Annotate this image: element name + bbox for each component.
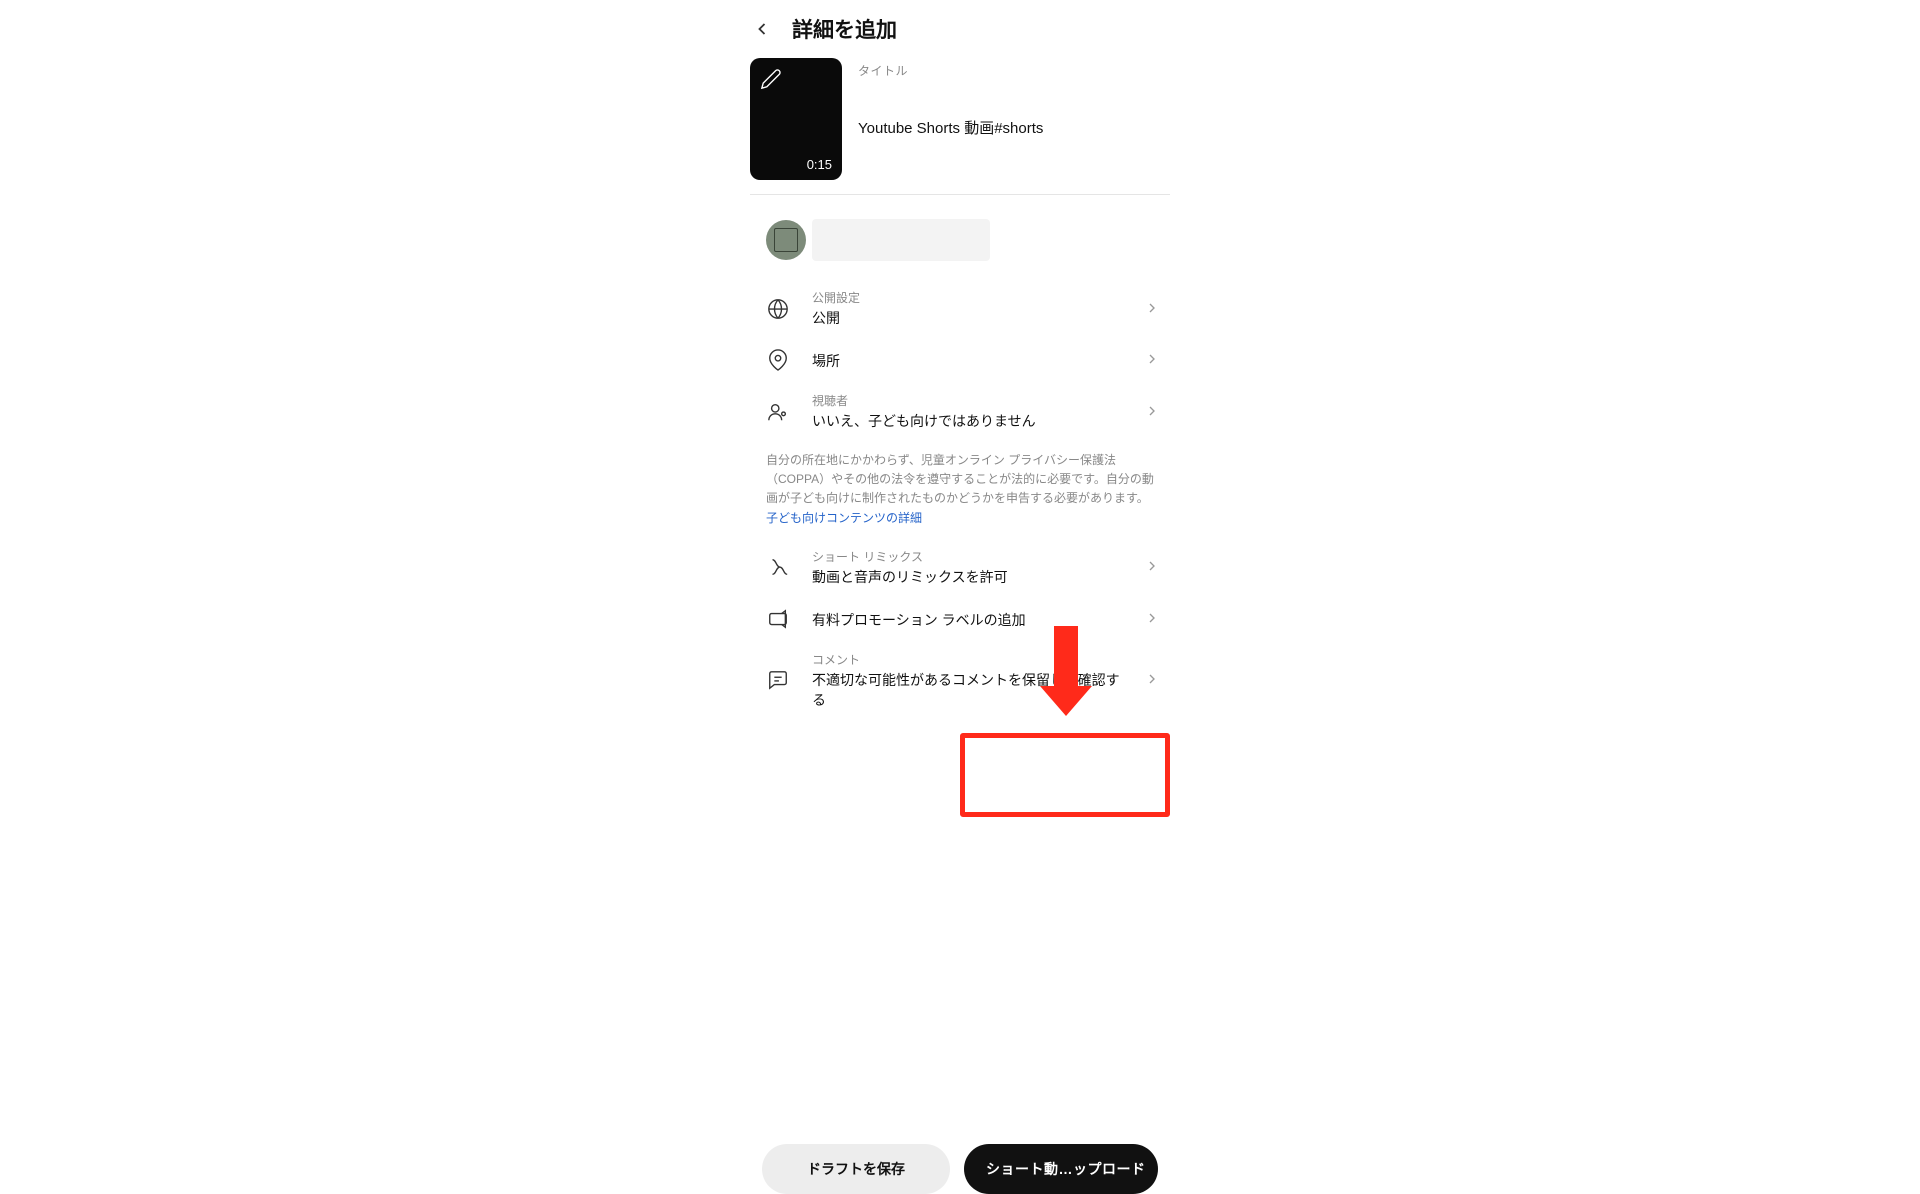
comments-label: コメント bbox=[812, 651, 1122, 668]
coppa-notice-text: 自分の所在地にかかわらず、児童オンライン プライバシー保護法（COPPA）やその… bbox=[766, 453, 1154, 505]
chevron-right-icon bbox=[1144, 403, 1162, 421]
location-row[interactable]: 場所 bbox=[750, 338, 1170, 382]
remix-icon bbox=[766, 555, 790, 579]
comment-icon bbox=[766, 668, 790, 692]
chevron-right-icon bbox=[1144, 671, 1162, 689]
paid-promo-row[interactable]: 有料プロモーション ラベルの追加 bbox=[750, 597, 1170, 641]
chevron-right-icon bbox=[1144, 300, 1162, 318]
chevron-right-icon bbox=[1144, 351, 1162, 369]
video-summary-row: 0:15 タイトル Youtube Shorts 動画#shorts bbox=[750, 58, 1170, 195]
visibility-row[interactable]: 公開設定 公開 bbox=[750, 279, 1170, 338]
visibility-label: 公開設定 bbox=[812, 289, 1122, 306]
paid-promo-value: 有料プロモーション ラベルの追加 bbox=[812, 610, 1122, 630]
header: 詳細を追加 bbox=[750, 8, 1170, 58]
video-meta[interactable]: タイトル Youtube Shorts 動画#shorts bbox=[858, 58, 1170, 180]
avatar bbox=[766, 220, 806, 260]
save-draft-button[interactable]: ドラフトを保存 bbox=[762, 1144, 950, 1194]
chevron-left-icon bbox=[752, 19, 772, 39]
chevron-right-icon bbox=[1144, 558, 1162, 576]
remix-row[interactable]: ショート リミックス 動画と音声のリミックスを許可 bbox=[750, 538, 1170, 597]
comments-row[interactable]: コメント 不適切な可能性があるコメントを保留して確認する bbox=[750, 641, 1170, 720]
remix-label: ショート リミックス bbox=[812, 548, 1122, 565]
paid-promo-icon bbox=[766, 607, 790, 631]
video-duration: 0:15 bbox=[807, 157, 832, 172]
account-name-placeholder bbox=[812, 219, 990, 261]
coppa-notice-link[interactable]: 子ども向けコンテンツの詳細 bbox=[766, 511, 922, 525]
coppa-notice: 自分の所在地にかかわらず、児童オンライン プライバシー保護法（COPPA）やその… bbox=[750, 441, 1170, 538]
account-row bbox=[750, 195, 1170, 279]
visibility-value: 公開 bbox=[812, 308, 1122, 328]
upload-button[interactable]: ショート動…ップロード bbox=[964, 1144, 1158, 1194]
globe-icon bbox=[766, 297, 790, 321]
title-field-label: タイトル bbox=[858, 62, 1170, 79]
video-thumbnail[interactable]: 0:15 bbox=[750, 58, 842, 180]
location-pin-icon bbox=[766, 348, 790, 372]
remix-value: 動画と音声のリミックスを許可 bbox=[812, 567, 1122, 587]
bottom-button-bar: ドラフトを保存 ショート動…ップロード bbox=[750, 1144, 1170, 1194]
audience-value: いいえ、子ども向けではありません bbox=[812, 411, 1122, 431]
comments-value: 不適切な可能性があるコメントを保留して確認する bbox=[812, 670, 1122, 710]
chevron-right-icon bbox=[1144, 610, 1162, 628]
location-value: 場所 bbox=[812, 351, 1122, 371]
audience-row[interactable]: 視聴者 いいえ、子ども向けではありません bbox=[750, 382, 1170, 441]
pencil-icon bbox=[760, 68, 782, 90]
audience-label: 視聴者 bbox=[812, 392, 1122, 409]
person-icon bbox=[766, 400, 790, 424]
annotation-highlight-box bbox=[960, 733, 1170, 817]
upload-details-screen: 詳細を追加 0:15 タイトル Youtube Shorts 動画#shorts… bbox=[750, 8, 1170, 1080]
page-title: 詳細を追加 bbox=[792, 14, 897, 44]
video-title: Youtube Shorts 動画#shorts bbox=[858, 117, 1170, 138]
back-button[interactable] bbox=[750, 17, 774, 41]
